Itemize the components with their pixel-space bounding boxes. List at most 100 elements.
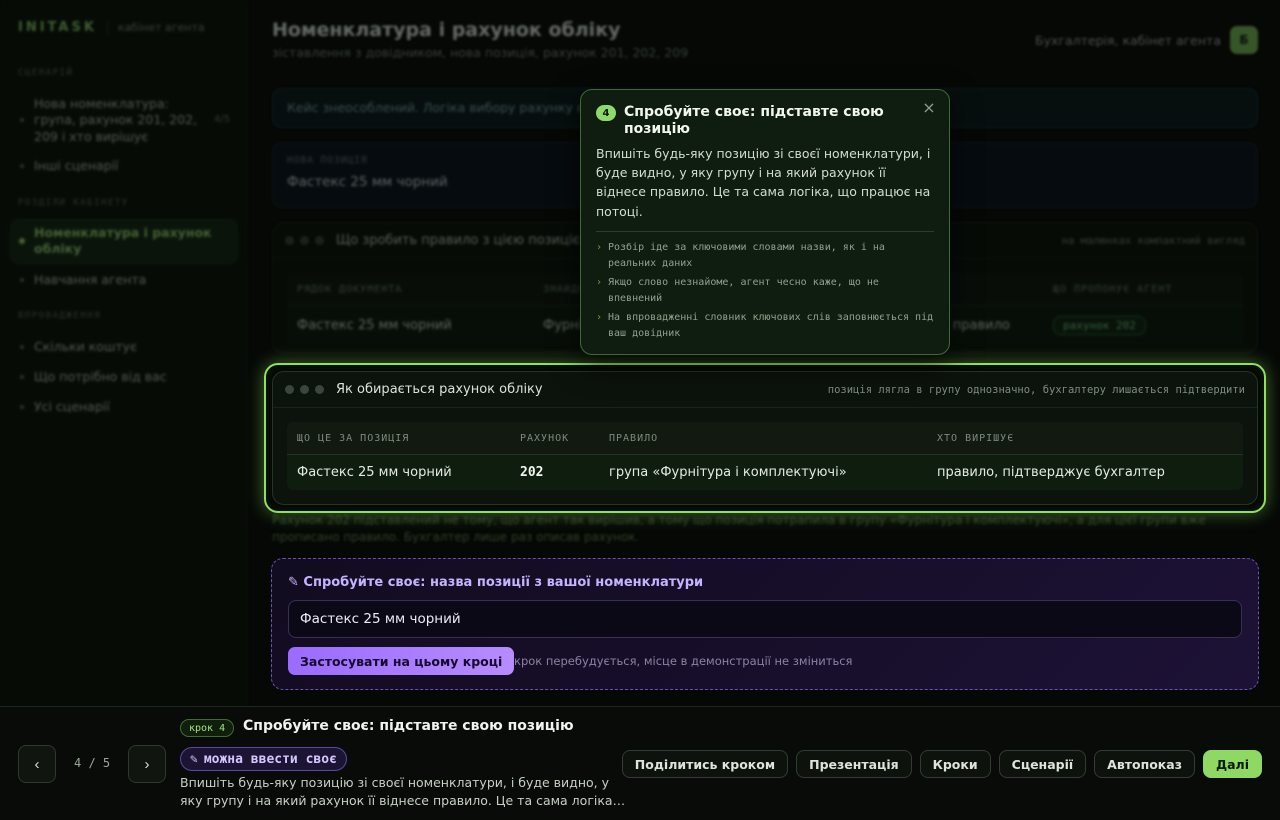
pencil-icon: ✎ — [190, 751, 198, 767]
editable-badge: ✎ можна ввести своє — [180, 747, 347, 771]
chevron-right-icon: › — [596, 277, 603, 289]
sidebar: INITASK кабінет агента СЦЕНАРІЙ Нова ном… — [0, 0, 248, 706]
bullet-icon — [20, 118, 24, 123]
column-header: ЩО ЦЕ ЗА ПОЗИЦІЯ — [297, 432, 410, 444]
sidebar-item-all-scenarios[interactable]: Усі сценарії — [10, 393, 238, 421]
avatar[interactable]: Б — [1230, 26, 1258, 54]
tooltip-header: 4 Спробуйте своє: підставте свою позицію — [596, 104, 934, 138]
chevron-right-icon: › — [596, 242, 603, 254]
try-own-title: ✎ Спробуйте своє: назва позиції з вашої … — [288, 575, 704, 590]
window-dot-icon — [300, 236, 309, 245]
chevron-right-icon: › — [596, 312, 603, 324]
table-cell: Фастекс 25 мм чорний — [297, 318, 452, 333]
rule-card-title: Що зробить правило з цією позицією — [336, 233, 591, 248]
account-table: ЩО ЦЕ ЗА ПОЗИЦІЯ РАХУНОК ПРАВИЛО ХТО ВИР… — [287, 422, 1243, 490]
bullet-text: Якщо слово незнайоме, агент чесно каже, … — [608, 277, 879, 305]
next-button[interactable]: Далі — [1202, 750, 1262, 778]
sidebar-item-label: Скільки коштує — [34, 339, 137, 354]
brand-divider — [106, 20, 108, 35]
tooltip-text: Впишіть будь-яку позицію зі своєї номенк… — [596, 145, 931, 219]
section-label-scenario: СЦЕНАРІЙ — [18, 68, 74, 78]
bullet-text: На впровадженні словник ключових слів за… — [608, 312, 934, 340]
rule-card-note: на малюнках компактний вигляд — [1061, 234, 1245, 247]
column-header: ПРАВИЛО — [609, 432, 659, 444]
position-name-input[interactable] — [288, 600, 1242, 638]
sidebar-item-label: Усі сценарії — [34, 399, 110, 414]
section-label-cabinet: РОЗДІЛИ КАБІНЕТУ — [18, 198, 129, 208]
sidebar-item-current-scenario[interactable]: Нова номенклатура: група, рахунок 201, 2… — [10, 90, 238, 151]
close-icon[interactable]: × — [919, 97, 939, 117]
list-item: › Розбір іде за ключовими словами назви, … — [596, 240, 934, 272]
autoplay-button[interactable]: Автопоказ — [1094, 750, 1195, 778]
bullet-icon — [19, 238, 25, 245]
window-dot-icon — [285, 385, 294, 394]
tooltip-title: Спробуйте своє: підставте свою позицію — [624, 104, 884, 137]
page-title: Номенклатура і рахунок обліку — [272, 19, 621, 41]
table-cell-decider: правило, підтверджує бухгалтер — [937, 465, 1165, 480]
table-cell: рахунок 202 — [1043, 316, 1243, 335]
divider — [596, 231, 934, 233]
sidebar-item-agent-training[interactable]: Навчання агента — [10, 266, 238, 294]
step-title: Спробуйте своє: підставте свою позицію — [243, 718, 574, 734]
step-description: Впишіть будь-яку позицію зі своєї номенк… — [180, 775, 626, 809]
account-badge: рахунок 202 — [1053, 316, 1146, 335]
step-tooltip: 4 Спробуйте своє: підставте свою позицію… — [580, 89, 950, 355]
presentation-button[interactable]: Презентація — [796, 750, 912, 778]
context-label: Бухгалтерія, кабінет агента — [1035, 32, 1221, 48]
explanation-note: Рахунок 202 підставлений не тому, що аге… — [272, 513, 1206, 544]
table-header: ЩО ЦЕ ЗА ПОЗИЦІЯ РАХУНОК ПРАВИЛО ХТО ВИР… — [287, 422, 1243, 454]
step-number-badge: 4 — [596, 105, 616, 121]
header-context: Бухгалтерія, кабінет агента Б — [1035, 26, 1258, 54]
sidebar-item-other-scenarios[interactable]: Інші сценарії — [10, 152, 238, 180]
bullet-icon — [20, 164, 24, 169]
apply-hint: крок перебудується, місце в демонстрації… — [514, 654, 853, 668]
brand: INITASK кабінет агента — [18, 20, 205, 35]
window-dot-icon — [285, 236, 294, 245]
sidebar-item-label: Нова номенклатура: група, рахунок 201, 2… — [34, 96, 198, 144]
account-card-note: позиція лягла в групу однозначно, бухгал… — [827, 383, 1245, 396]
column-header: РАХУНОК — [520, 432, 570, 444]
editable-badge-label: можна ввести своє — [203, 751, 337, 767]
tour-actions: Поділитись кроком Презентація Кроки Сцен… — [621, 750, 1262, 778]
list-item: › На впровадженні словник ключових слів з… — [596, 310, 934, 342]
next-step-arrow-button[interactable]: › — [128, 745, 166, 783]
sidebar-item-cost[interactable]: Скільки коштує — [10, 333, 238, 361]
window-dot-icon — [315, 385, 324, 394]
window-dot-icon — [315, 236, 324, 245]
try-own-panel: ✎ Спробуйте своє: назва позиції з вашої … — [271, 558, 1259, 690]
prev-step-button[interactable]: ‹ — [18, 745, 56, 783]
brand-logo[interactable]: INITASK — [18, 20, 97, 35]
step-chip: крок 4 — [180, 719, 235, 737]
brand-subtitle: кабінет агента — [117, 21, 205, 34]
apply-step-button[interactable]: Застосувати на цьому кроці — [288, 647, 515, 675]
sidebar-item-label: Інші сценарії — [34, 158, 119, 173]
tooltip-bullets: › Розбір іде за ключовими словами назви, … — [596, 240, 934, 342]
bullet-text: Розбір іде за ключовими словами назви, я… — [608, 242, 885, 270]
sidebar-item-label: Номенклатура і рахунок обліку — [34, 225, 212, 257]
page-subtitle: зіставлення з довідником, нова позиція, … — [272, 45, 689, 60]
bullet-icon — [20, 405, 24, 410]
account-card-title: Як обирається рахунок обліку — [336, 382, 543, 397]
sidebar-item-label: Навчання агента — [34, 272, 147, 287]
column-header: РЯДОК ДОКУМЕНТА — [297, 283, 403, 295]
section-label-implementation: ВПРОВАДЖЕННЯ — [18, 311, 102, 321]
sidebar-item-nomenclature[interactable]: Номенклатура і рахунок обліку — [10, 219, 238, 264]
table-cell-account: 202 — [520, 465, 544, 480]
column-header: ХТО ВИРІШУЄ — [937, 432, 1015, 444]
sidebar-item-requirements[interactable]: Що потрібно від вас — [10, 363, 238, 391]
table-cell-rule: група «Фурнітура і комплектуючі» — [609, 465, 847, 480]
scenario-progress: 4/5 — [213, 114, 230, 126]
table-row: Фастекс 25 мм чорний 202 група «Фурнітур… — [287, 454, 1243, 490]
column-header: ЩО ПРОПОНУЄ АГЕНТ — [1053, 283, 1173, 295]
bullet-icon — [20, 345, 24, 350]
table-cell-position: Фастекс 25 мм чорний — [297, 465, 452, 480]
list-item: › Якщо слово незнайоме, агент чесно каже,… — [596, 275, 934, 307]
tour-bottom-bar: ‹ 4 / 5 › крок 4 Спробуйте своє: підстав… — [0, 706, 1280, 820]
steps-button[interactable]: Кроки — [919, 750, 991, 778]
window-dot-icon — [300, 385, 309, 394]
share-step-button[interactable]: Поділитись кроком — [621, 750, 789, 778]
sidebar-item-label: Що потрібно від вас — [34, 369, 167, 384]
account-card: Як обирається рахунок обліку позиція ляг… — [272, 371, 1258, 505]
bullet-icon — [20, 375, 24, 380]
scenarios-button[interactable]: Сценарії — [998, 750, 1087, 778]
